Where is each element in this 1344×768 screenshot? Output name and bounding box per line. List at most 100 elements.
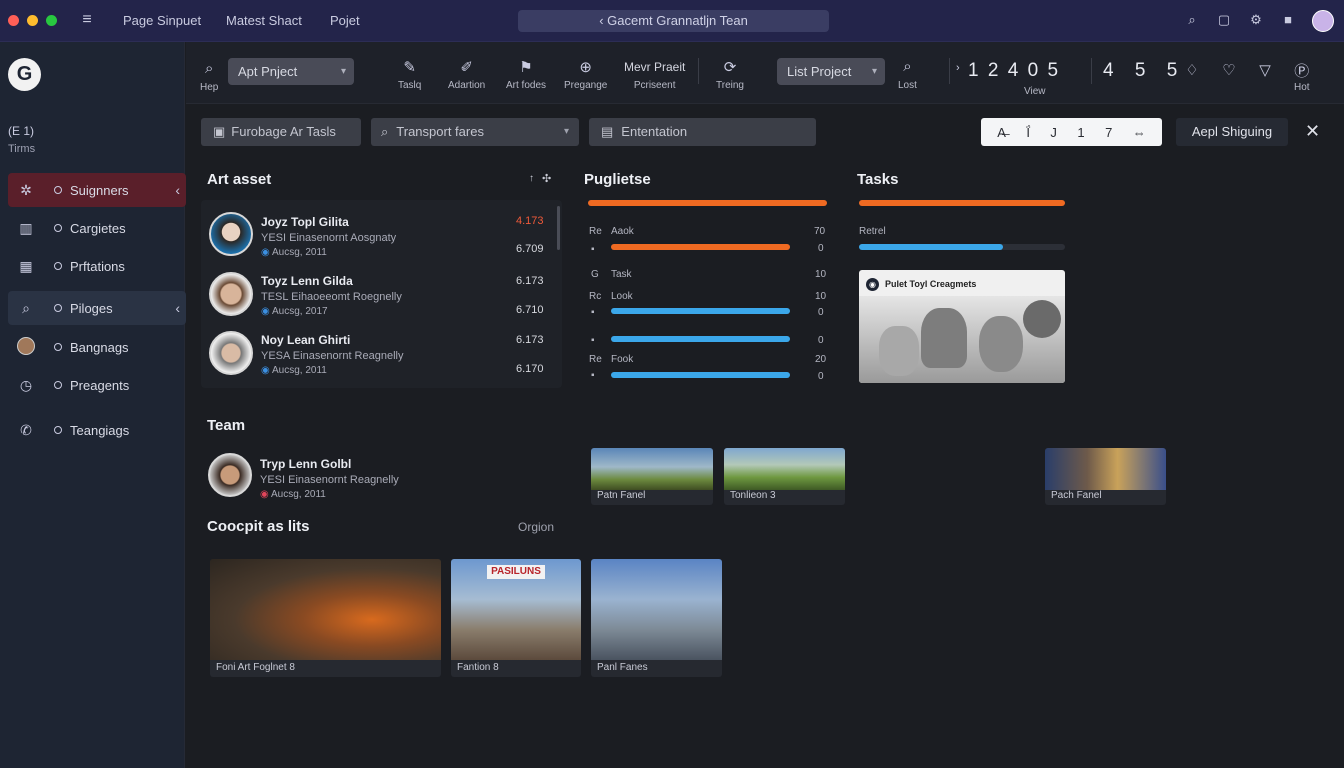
progress-panel: Re Aaok 70 ▪ 0 G Task 10 Rc Look 10 ▪ 0 … [584, 196, 830, 386]
counter-digit: 5 [1047, 60, 1061, 81]
heart-icon[interactable]: ♡ [1220, 62, 1238, 80]
list-project-select[interactable]: List Project ▾ [777, 58, 885, 85]
apply-button[interactable]: Aepl Shiguing [1176, 118, 1288, 146]
tasks-progress-track [859, 200, 1065, 206]
task-card[interactable]: ◉ Pulet Toyl Creagmets [859, 270, 1065, 383]
tool-treing[interactable]: ⟳ Treing [716, 58, 744, 91]
counter-digit: 5 [1134, 60, 1154, 81]
sidebar-item-bangnags[interactable]: Bangnags [8, 330, 186, 364]
tool-label: Lost [898, 80, 917, 91]
concept-card[interactable]: Panl Fanes [591, 559, 722, 677]
filter-ententation[interactable]: ▤ Ententation [589, 118, 816, 146]
menu-item-page[interactable]: Page Sinpuet [123, 13, 201, 28]
row-value: 70 [814, 226, 826, 237]
sidebar-item-label: Preagents [70, 377, 130, 393]
format-toolbar: A̶ Ḯ J 1 7 ⇔ [981, 118, 1162, 146]
tool-lost[interactable]: ⌕ Lost [898, 58, 917, 91]
document-icon: ▤ [601, 124, 614, 139]
format-tool[interactable]: Ḯ [1026, 125, 1030, 140]
search-icon: ⌕ [381, 124, 389, 139]
title-search-field[interactable]: ‹ Gacemt Grannatljn Tean [518, 10, 829, 32]
scrollbar[interactable] [557, 206, 560, 250]
gear-icon[interactable]: ⚙ [1247, 11, 1265, 29]
team-thumb[interactable]: Pach Fanel [1045, 448, 1166, 505]
filter-transport-select[interactable]: ⌕ Transport fares ▾ [371, 118, 579, 146]
sidebar-item-preagents[interactable]: ◷ Preagents [8, 368, 186, 402]
concept-origin-link[interactable]: Orgion [518, 520, 554, 534]
network-icon: ✲ [20, 181, 32, 198]
search-icon[interactable]: ⌕ [1183, 11, 1201, 29]
pin-icon[interactable]: ✣ [542, 172, 551, 185]
menu-item-project[interactable]: Pojet [330, 13, 360, 28]
camera-icon[interactable]: ■ [1279, 11, 1297, 29]
maximize-window-button[interactable] [46, 15, 57, 26]
shield-icon[interactable]: ▽ [1256, 62, 1274, 80]
counter-digit: 4 [1007, 60, 1021, 81]
numbers-prefix: › [956, 62, 960, 74]
tool-pregange[interactable]: ⊕ Pregange [564, 58, 607, 91]
value-secondary: 6.170 [516, 363, 544, 375]
format-tool[interactable]: A̶ [997, 125, 1006, 140]
row-tag: Re [589, 226, 602, 237]
progress-title: Puglietse [584, 171, 651, 188]
app-logo: G [8, 58, 41, 91]
filter-tasks[interactable]: ▣ Furobage Ar Tasls [201, 118, 361, 146]
tool-pcriseent[interactable]: Mevr Praeit Pcriseent [624, 60, 685, 91]
row-tag: Re [589, 354, 602, 365]
hamburger-menu-icon[interactable]: ≡ [78, 11, 96, 29]
project-select[interactable]: Apt Pnject ▾ [228, 58, 354, 85]
tasks-progress-fill [859, 244, 1004, 250]
tasks-progress-fill [859, 200, 1065, 206]
user-avatar[interactable] [1312, 10, 1334, 32]
sidebar-item-cargietes[interactable]: ▥ Cargietes [8, 211, 186, 245]
format-tool[interactable]: 7 [1105, 125, 1112, 140]
tool-adartion[interactable]: ✐ Adartion [448, 58, 485, 91]
person-date: Aucsg, 2017 [271, 306, 328, 317]
value-primary: 4.173 [516, 215, 544, 227]
phone-icon: ✆ [20, 421, 32, 438]
value-secondary: 6.710 [516, 304, 544, 316]
menu-item-matest[interactable]: Matest Shact [226, 13, 302, 28]
close-icon[interactable]: ✕ [1305, 121, 1320, 142]
sidebar-item-prftations[interactable]: ▦ Prftations [8, 249, 186, 283]
sidebar-item-label: Piloges [70, 300, 113, 316]
format-tool[interactable]: 1 [1077, 125, 1084, 140]
list-item[interactable]: Toyz Lenn Gilda TESL Eihaoeeomt Roegnell… [261, 274, 402, 317]
concept-caption: Fantion 8 [457, 662, 499, 673]
bell-icon[interactable]: ♢ [1183, 62, 1201, 80]
concept-card[interactable]: PASILUNS Fantion 8 [451, 559, 581, 677]
minimize-window-button[interactable] [27, 15, 38, 26]
sort-icon[interactable]: ↑ [529, 173, 534, 184]
person-name: Joyz Topl Gilita [261, 215, 349, 229]
person-subtitle: YESA Einasenornt Reagnelly [261, 350, 404, 362]
tool-tasks[interactable]: ✎ Taslq [398, 58, 421, 91]
toolbar: ⌕ Hep Apt Pnject ▾ ✎ Taslq ✐ Adartion ⚑ … [186, 42, 1344, 104]
tasks-label: Retrel [859, 226, 886, 237]
format-tool[interactable]: J [1050, 125, 1057, 140]
concept-card[interactable]: Foni Art Foglnet 8 [210, 559, 441, 677]
sidebar-item-teangiags[interactable]: ✆ Teangiags [8, 413, 186, 447]
value-secondary: 6.709 [516, 243, 544, 255]
team-thumb[interactable]: Patn Fanel [591, 448, 713, 505]
thumb-caption: Tonlieon 3 [730, 490, 776, 501]
format-tool[interactable]: ⇔ [1133, 125, 1146, 140]
sidebar-item-piloges[interactable]: ⌕ Piloges ‹ [8, 291, 186, 325]
list-item[interactable]: Noy Lean Ghirti YESA Einasenornt Reagnel… [261, 333, 403, 376]
tool-art-fodes[interactable]: ⚑ Art fodes [506, 58, 546, 91]
close-window-button[interactable] [8, 15, 19, 26]
list-select-value: List Project [787, 64, 852, 79]
document-icon[interactable]: ▢ [1215, 11, 1233, 29]
tool-label: Hot [1294, 82, 1310, 93]
tool-hot[interactable]: Ⓟ Hot [1294, 60, 1310, 93]
refresh-icon: ⟳ [723, 59, 737, 76]
chevron-left-icon[interactable]: ‹ [175, 182, 180, 198]
team-thumb[interactable]: Tonlieon 3 [724, 448, 845, 505]
document-icon: ▪ [591, 335, 595, 346]
team-member[interactable]: Tryp Lenn Golbl YESI Einasenornt Reagnel… [260, 457, 399, 500]
concept-image [591, 559, 722, 660]
tool-search[interactable]: ⌕ Hep [200, 60, 218, 93]
person-subtitle: TESL Eihaoeeomt Roegnelly [261, 291, 402, 303]
list-item[interactable]: Joyz Topl Gilita YESI Einasenornt Aosgna… [261, 215, 396, 258]
sidebar-item-suignners[interactable]: ✲ Suignners ‹ [8, 173, 186, 207]
chevron-left-icon[interactable]: ‹ [175, 300, 180, 316]
